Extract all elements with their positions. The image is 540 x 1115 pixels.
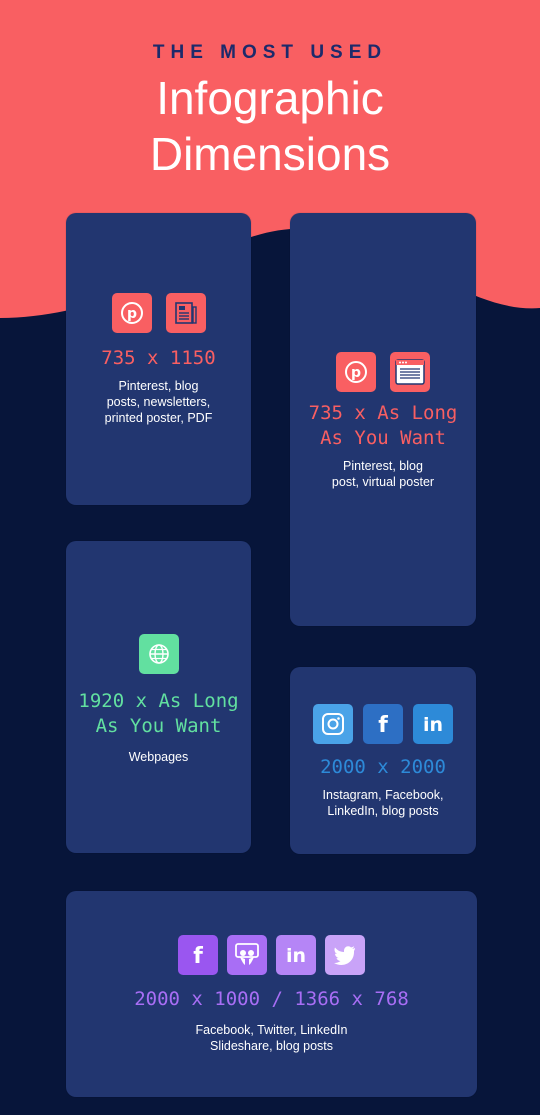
card-icons: f in	[290, 704, 476, 744]
header-kicker: THE MOST USED	[152, 42, 388, 63]
svg-text:f: f	[193, 944, 203, 968]
card-2000x1000: f in 2000 x 1000 / 1366 x 768 Facebook, …	[66, 891, 477, 1097]
dimensions-line: As You Want	[95, 715, 222, 737]
card-735x1150: p 735 x 1150 Pinterest, blog posts, news…	[66, 213, 251, 505]
description: Facebook, Twitter, LinkedIn Slideshare, …	[66, 1022, 477, 1054]
globe-icon	[138, 634, 179, 674]
svg-text:f: f	[378, 713, 388, 737]
description-line: Pinterest, blog	[118, 379, 199, 393]
title-line-1: Infographic	[156, 72, 384, 124]
card-2000x2000: f in 2000 x 2000 Instagram, Facebook, Li…	[290, 667, 476, 854]
card-icons: f in	[66, 935, 477, 975]
pinterest-icon: p	[111, 293, 152, 333]
description: Pinterest, blog post, virtual poster	[290, 458, 476, 490]
page-title: Infographic Dimensions	[0, 70, 540, 182]
dimensions-line: 1920 x As Long	[78, 690, 239, 712]
linkedin-icon: in	[413, 704, 453, 744]
dimensions-label: 2000 x 2000	[320, 756, 446, 778]
card-icons: p	[290, 352, 476, 392]
title-line-2: Dimensions	[149, 128, 391, 180]
card-icons	[66, 634, 251, 674]
dimensions-label: 735 x 1150	[101, 347, 216, 369]
newsletter-icon	[165, 293, 206, 333]
svg-text:in: in	[423, 714, 443, 736]
description-line: Webpages	[128, 750, 189, 764]
slideshare-icon	[227, 935, 267, 975]
facebook-icon: f	[363, 704, 403, 744]
dimensions-line: 735 x As Long	[308, 402, 458, 424]
description: Pinterest, blog posts, newsletters, prin…	[66, 378, 251, 426]
dimensions-line: As You Want	[320, 427, 446, 449]
svg-text:in: in	[286, 945, 306, 967]
description-line: post, virtual poster	[331, 475, 435, 489]
svg-text:p: p	[126, 306, 136, 322]
description-line: Instagram, Facebook,	[322, 788, 444, 802]
description: Instagram, Facebook, LinkedIn, blog post…	[290, 787, 476, 819]
pinterest-icon: p	[336, 352, 376, 392]
description-line: Slideshare, blog posts	[210, 1039, 333, 1053]
linkedin-icon: in	[276, 935, 316, 975]
instagram-icon	[313, 704, 353, 744]
twitter-icon	[325, 935, 365, 975]
card-1920-as-long: 1920 x As Long As You Want Webpages	[66, 541, 251, 853]
description-line: LinkedIn, blog posts	[327, 804, 439, 818]
svg-text:p: p	[351, 365, 361, 381]
description-line: printed poster, PDF	[104, 411, 213, 425]
card-735-as-long: p 735 x As Long As You Want Pinterest, b…	[290, 213, 476, 626]
card-icons: p	[66, 293, 251, 333]
description-line: Pinterest, blog	[343, 459, 423, 473]
dimensions-label: 1920 x As Long As You Want	[66, 689, 251, 739]
browser-window-icon	[390, 352, 430, 392]
dimensions-label: 735 x As Long As You Want	[290, 401, 476, 451]
dimensions-label: 2000 x 1000 / 1366 x 768	[134, 988, 409, 1010]
description-line: Facebook, Twitter, LinkedIn	[195, 1023, 348, 1037]
facebook-icon: f	[178, 935, 218, 975]
description-line: posts, newsletters,	[106, 395, 211, 409]
description: Webpages	[66, 749, 251, 765]
